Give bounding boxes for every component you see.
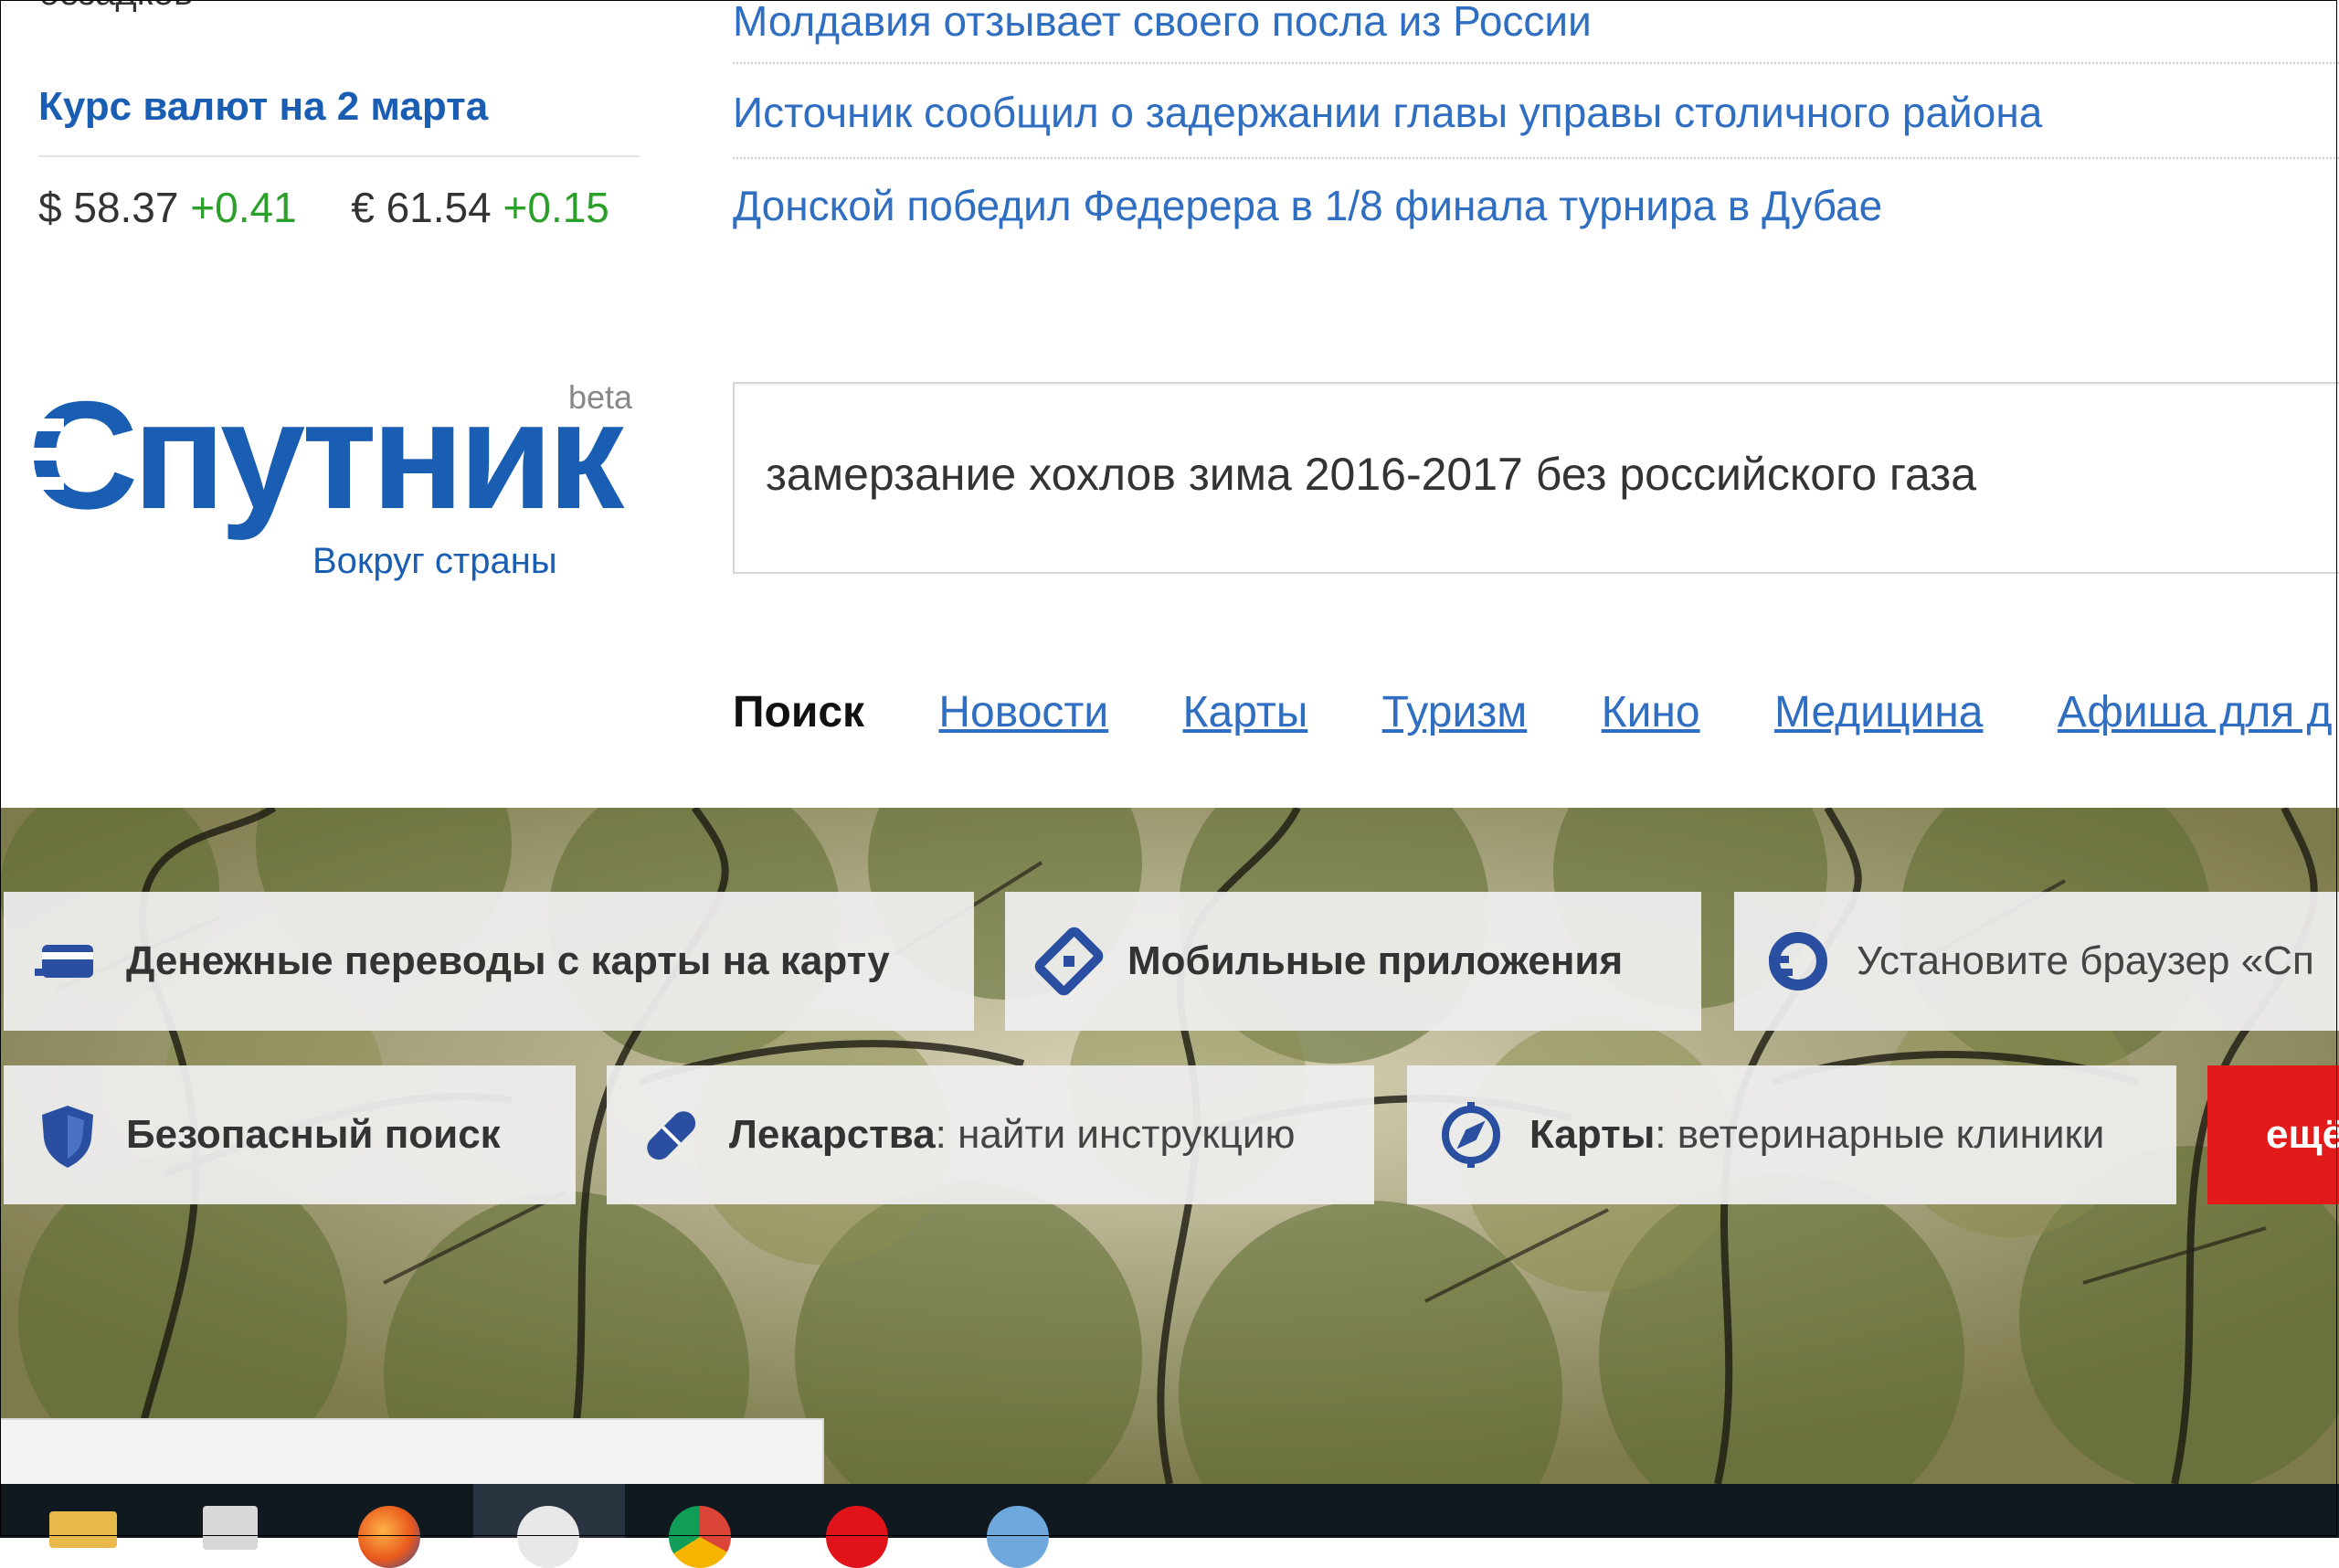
search-input[interactable] [766,448,2319,501]
app-icon[interactable] [987,1506,1049,1568]
tile-safe-search[interactable]: Безопасный поиск [4,1065,576,1204]
tile-text: : ветеринарные клиники [1655,1112,2105,1157]
logo-text: Спутник [27,391,625,541]
nav-link-news[interactable]: Новости [938,688,1108,736]
nav-link-maps[interactable]: Карты [1183,688,1308,736]
nav-link-afisha[interactable]: Афиша для д [2058,688,2333,736]
eur-change: +0.15 [503,184,609,231]
nav-link-tourism[interactable]: Туризм [1382,688,1528,736]
file-explorer-icon[interactable] [49,1511,117,1548]
compass-icon [1442,1102,1500,1168]
chrome-icon[interactable] [669,1506,731,1568]
tile-card-transfer[interactable]: Денежные переводы с карты на карту [4,892,974,1031]
tile-title: Карты [1529,1112,1656,1157]
taskbar [0,1484,2339,1568]
tile-browser[interactable]: Установите браузер «Сп [1734,892,2339,1031]
divider [38,155,640,157]
firefox-icon[interactable] [358,1506,420,1568]
usd-change: +0.41 [190,184,297,231]
nav-current-search: Поиск [733,688,865,736]
beta-badge: beta [568,378,633,416]
news-item[interactable]: Молдавия отзывает своего посла из России [733,0,1592,46]
divider [733,157,2339,159]
tile-medicine[interactable]: Лекарства: найти инструкцию [607,1065,1374,1204]
tile-text: Установите браузер «Сп [1857,938,2314,983]
nav-link-medicine[interactable]: Медицина [1774,688,1984,736]
card-transfer-icon [35,945,93,978]
tile-mobile-apps[interactable]: Мобильные приложения [1005,892,1701,1031]
tile-title: Денежные переводы с карты на карту [126,938,890,983]
search-box[interactable] [733,382,2339,574]
exchange-rates-row: $ 58.37 +0.41 € 61.54 +0.15 [38,183,609,232]
exchange-rates-link[interactable]: Курс валют на 2 марта [38,84,488,130]
tile-title: Безопасный поиск [126,1112,501,1157]
tile-title: Лекарства [729,1112,936,1157]
usd-rate: $ 58.37 [38,184,179,231]
tile-text: : найти инструкцию [935,1112,1296,1157]
tile-maps[interactable]: Карты: ветеринарные клиники [1407,1065,2176,1204]
mail-icon[interactable] [517,1506,579,1568]
hero-background: Денежные переводы с карты на карту Мобил… [0,808,2339,1484]
mobile-apps-icon [1034,927,1104,996]
logo-subtitle: Вокруг страны [312,541,557,581]
shield-icon [42,1106,93,1168]
service-nav: Поиск Новости Карты Туризм Кино Медицина… [733,687,2339,737]
divider [733,62,2339,64]
news-item[interactable]: Донской победил Федерера в 1/8 финала ту… [733,181,1882,230]
store-icon[interactable] [203,1506,258,1550]
more-button[interactable]: ещё [2207,1065,2339,1204]
pill-icon [647,1111,696,1160]
tile-title: Мобильные приложения [1127,938,1624,983]
cut-off-text: безадков [38,0,193,14]
browser-icon [1769,932,1827,991]
nav-link-cinema[interactable]: Кино [1602,688,1700,736]
bottom-panel [0,1418,824,1486]
opera-icon[interactable] [826,1506,888,1568]
eur-rate: € 61.54 [351,184,492,231]
news-item[interactable]: Источник сообщил о задержании главы упра… [733,88,2042,137]
